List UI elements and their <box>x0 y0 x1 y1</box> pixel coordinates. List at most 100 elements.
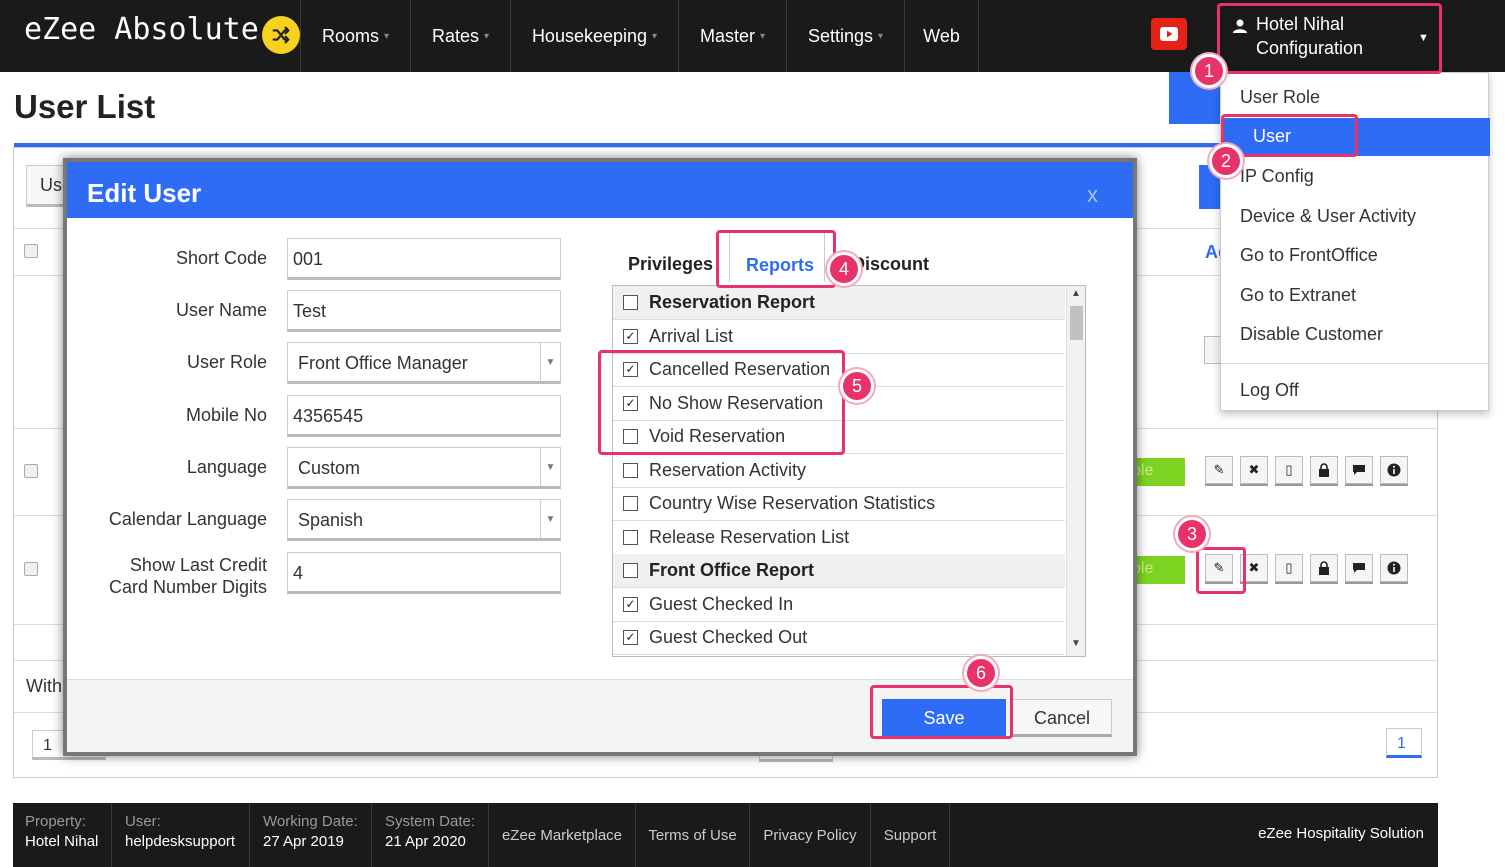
modal-header: Edit User x <box>67 162 1133 218</box>
checkbox-checked[interactable]: ✓ <box>623 597 638 612</box>
footer-link-terms[interactable]: Terms of Use <box>636 803 750 867</box>
device-icon[interactable]: ▯ <box>1275 554 1303 582</box>
footer-bar: Property: Hotel Nihal User: helpdesksupp… <box>13 803 1438 867</box>
row-checkbox[interactable] <box>24 562 38 576</box>
scroll-thumb[interactable] <box>1070 306 1083 340</box>
lock-icon[interactable] <box>1310 554 1338 582</box>
save-button[interactable]: Save <box>882 699 1006 737</box>
language-select[interactable]: Custom ▼ <box>287 447 561 489</box>
report-label: Front Office Report <box>649 560 814 580</box>
checkbox-unchecked[interactable] <box>623 530 638 545</box>
report-row[interactable]: Void Reservation <box>613 420 1065 454</box>
report-row[interactable]: Country Wise Reservation Statistics <box>613 487 1065 521</box>
last-digits-input[interactable]: 4 <box>287 552 561 594</box>
tab-discount[interactable]: Discount <box>852 232 929 282</box>
report-row[interactable]: ✓ Guest Checked Out <box>613 621 1065 655</box>
footer-link-marketplace[interactable]: eZee Marketplace <box>489 803 636 867</box>
menu-item-go-to-extranet[interactable]: Go to Extranet <box>1221 277 1490 315</box>
caret-down-icon: ▼ <box>1418 32 1429 44</box>
menu-item-go-to-frontoffice[interactable]: Go to FrontOffice <box>1221 237 1490 275</box>
menu-item-user-role[interactable]: User Role <box>1221 79 1490 117</box>
lock-icon[interactable] <box>1310 456 1338 484</box>
checkbox-unchecked[interactable] <box>623 496 638 511</box>
tab-privileges[interactable]: Privileges <box>628 232 713 282</box>
checkbox-unchecked[interactable] <box>623 429 638 444</box>
short-code-label: Short Code <box>175 248 267 268</box>
hotel-name: Hotel Nihal <box>1256 14 1345 34</box>
report-group-row[interactable]: Front Office Report <box>613 554 1065 588</box>
nav-rooms[interactable]: Rooms ▾ <box>300 0 410 72</box>
menu-item-user[interactable]: User <box>1221 118 1490 156</box>
info-icon[interactable] <box>1380 456 1408 484</box>
last-digits-label-line1: Show Last Credit <box>129 555 267 575</box>
user-role-label: User Role <box>186 352 267 372</box>
footer-link-support[interactable]: Support <box>871 803 950 867</box>
report-label: Guest Checked Out <box>649 627 808 647</box>
mobile-no-input[interactable]: 4356545 <box>287 395 561 437</box>
checkbox-unchecked[interactable] <box>623 563 638 578</box>
status-badge: ble <box>1130 458 1185 486</box>
footer-link-privacy[interactable]: Privacy Policy <box>750 803 871 867</box>
report-row[interactable]: Reservation Activity <box>613 454 1065 488</box>
nav-master[interactable]: Master ▾ <box>678 0 786 72</box>
calendar-language-select[interactable]: Spanish ▼ <box>287 499 561 541</box>
checkbox-checked[interactable]: ✓ <box>623 362 638 377</box>
message-icon[interactable] <box>1345 554 1373 582</box>
chevron-down-icon: ▾ <box>759 30 766 42</box>
report-group-row[interactable]: Reservation Report <box>613 286 1065 320</box>
select-all-checkbox[interactable] <box>24 244 38 258</box>
footer-company: eZee Hospitality Solution <box>1258 825 1424 842</box>
youtube-icon[interactable] <box>1151 18 1187 50</box>
hotel-config-menu-toggle[interactable]: Hotel Nihal Configuration ▼ <box>1218 4 1440 72</box>
shuffle-icon[interactable] <box>262 16 300 54</box>
top-navbar: eZee Absolute Rooms ▾ Rates ▾ Housekeeping… <box>0 0 1505 72</box>
scroll-up-icon[interactable]: ▲ <box>1071 288 1081 299</box>
nav-web[interactable]: Web <box>904 0 979 72</box>
modal-title: Edit User <box>87 178 202 208</box>
nav-rates[interactable]: Rates ▾ <box>410 0 510 72</box>
checkbox-checked[interactable]: ✓ <box>623 630 638 645</box>
menu-divider <box>1221 363 1490 364</box>
checkbox-unchecked[interactable] <box>623 295 638 310</box>
pencil-icon[interactable]: ✎ <box>1205 456 1233 484</box>
delete-icon[interactable]: ✖ <box>1240 456 1268 484</box>
footer-working-date: Working Date: 27 Apr 2019 <box>250 803 372 867</box>
list-scrollbar[interactable]: ▲ ▼ <box>1066 286 1085 656</box>
delete-icon[interactable]: ✖ <box>1240 554 1268 582</box>
row-checkbox[interactable] <box>24 464 38 478</box>
step-badge-2: 2 <box>1209 144 1243 178</box>
device-icon[interactable]: ▯ <box>1275 456 1303 484</box>
cancel-button[interactable]: Cancel <box>1012 699 1112 737</box>
menu-item-log-off[interactable]: Log Off <box>1221 372 1490 410</box>
footer-property: Property: Hotel Nihal <box>13 803 112 867</box>
chevron-down-icon: ▾ <box>383 30 390 42</box>
checkbox-checked[interactable]: ✓ <box>623 329 638 344</box>
report-label: Reservation Activity <box>649 460 807 480</box>
close-icon[interactable]: x <box>1087 182 1098 208</box>
report-row[interactable]: ✓ No Show Reservation <box>613 387 1065 421</box>
checkbox-unchecked[interactable] <box>623 463 638 478</box>
user-role-select[interactable]: Front Office Manager ▼ <box>287 342 561 384</box>
checkbox-checked[interactable]: ✓ <box>623 396 638 411</box>
short-code-input[interactable]: 001 <box>287 238 561 280</box>
report-row[interactable]: Release Reservation List <box>613 521 1065 555</box>
nav-housekeeping[interactable]: Housekeeping ▾ <box>510 0 678 72</box>
tab-reports[interactable]: Reports <box>729 232 825 282</box>
report-row[interactable]: ✓ Guest Checked In <box>613 588 1065 622</box>
step-badge-6: 6 <box>964 656 998 690</box>
report-label: Release Reservation List <box>649 527 850 547</box>
nav-settings[interactable]: Settings ▾ <box>786 0 904 72</box>
user-name-input[interactable]: Test <box>287 290 561 332</box>
info-icon[interactable] <box>1380 554 1408 582</box>
menu-item-device-user-activity[interactable]: Device & User Activity <box>1221 198 1490 236</box>
brand-logo[interactable]: eZee Absolute <box>24 12 259 47</box>
language-label: Language <box>186 457 267 477</box>
report-row[interactable]: ✓ Arrival List <box>613 320 1065 354</box>
menu-item-disable-customer[interactable]: Disable Customer <box>1221 316 1490 354</box>
message-icon[interactable] <box>1345 456 1373 484</box>
scroll-down-icon[interactable]: ▼ <box>1071 638 1081 649</box>
page-number-button[interactable]: 1 <box>1386 728 1422 758</box>
menu-item-ip-config[interactable]: IP Config <box>1221 158 1490 196</box>
report-row[interactable]: ✓ Cancelled Reservation <box>613 353 1065 387</box>
pencil-icon[interactable]: ✎ <box>1205 554 1233 582</box>
